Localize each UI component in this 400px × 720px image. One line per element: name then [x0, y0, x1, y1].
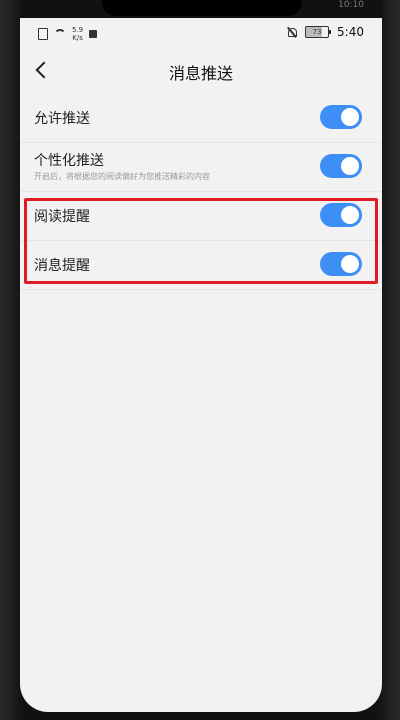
camera-notch: [102, 0, 302, 16]
toggle-knob: [341, 108, 359, 126]
status-left: 5.9 K/s: [38, 26, 98, 42]
ghost-clock: 10:10: [338, 0, 364, 10]
setting-row-allow-push[interactable]: 允许推送: [20, 94, 382, 143]
status-bar: 5.9 K/s 73 5:40: [20, 18, 382, 50]
status-right: 73 5:40: [287, 25, 364, 39]
sim-card-icon: [38, 28, 48, 40]
phone-frame: 10:10 5.9 K/s 73 5:40 消息推送 允许推送 个性化推送 开启…: [0, 0, 400, 720]
notification-icon: [89, 30, 98, 38]
personalized-push-toggle[interactable]: [320, 154, 362, 178]
allow-push-toggle[interactable]: [320, 105, 362, 129]
setting-label: 允许推送: [34, 111, 90, 127]
status-time: 5:40: [337, 25, 364, 39]
red-highlight-box: [24, 198, 378, 284]
battery-icon: 73: [305, 26, 332, 38]
network-speed-unit: K/s: [72, 34, 83, 42]
battery-level: 73: [312, 28, 322, 36]
page-title: 消息推送: [168, 64, 233, 83]
network-speed-value: 5.9: [72, 26, 84, 34]
wifi-icon: [54, 29, 66, 39]
setting-sublabel: 开启后，将根据您的阅读偏好为您推送精彩的内容: [34, 172, 210, 181]
bell-off-icon: [287, 27, 298, 38]
setting-row-personalized-push[interactable]: 个性化推送 开启后，将根据您的阅读偏好为您推送精彩的内容: [20, 143, 382, 192]
network-speed: 5.9 K/s: [72, 26, 83, 42]
app-header: 消息推送: [20, 50, 382, 94]
screen: 10:10 5.9 K/s 73 5:40 消息推送 允许推送 个性化推送 开启…: [20, 0, 382, 712]
toggle-knob: [341, 157, 359, 175]
setting-label: 个性化推送: [34, 153, 104, 169]
